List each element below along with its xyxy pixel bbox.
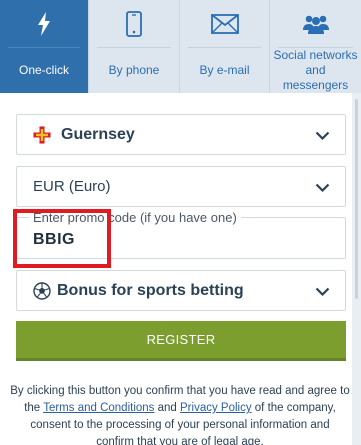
registration-tabs: One-click By phone By e-mail Social netw… (0, 0, 361, 93)
flag-icon (33, 125, 51, 144)
users-icon (270, 0, 361, 47)
tab-social-networks[interactable]: Social networks and messengers (270, 0, 361, 93)
legal-disclaimer: By clicking this button you confirm that… (10, 383, 350, 445)
tab-label: By e-mail (199, 62, 250, 77)
chevron-down-icon (315, 284, 330, 302)
currency-value: EUR (Euro) (33, 178, 111, 195)
envelope-icon (180, 0, 269, 47)
lightning-icon (0, 0, 88, 47)
chevron-down-icon (315, 128, 330, 146)
register-button[interactable]: REGISTER (16, 321, 346, 361)
country-value: Guernsey (61, 125, 135, 143)
tab-by-phone[interactable]: By phone (89, 0, 180, 93)
scrollbar[interactable] (352, 93, 361, 445)
chevron-down-icon (315, 180, 330, 198)
tab-label: Social networks and messengers (273, 47, 358, 92)
promo-highlight-box (13, 209, 111, 268)
tab-one-click[interactable]: One-click (0, 0, 89, 93)
phone-icon (89, 0, 179, 47)
bonus-value: Bonus for sports betting (57, 281, 244, 299)
tab-by-email[interactable]: By e-mail (180, 0, 270, 93)
disclaimer-text: and (154, 402, 181, 414)
tab-label: By phone (108, 62, 160, 77)
tab-label: One-click (18, 62, 69, 77)
currency-select[interactable]: EUR (Euro) (16, 166, 346, 207)
terms-link[interactable]: Terms and Conditions (43, 402, 154, 414)
privacy-policy-link[interactable]: Privacy Policy (180, 402, 252, 414)
bonus-select[interactable]: Bonus for sports betting (16, 270, 346, 311)
scrollbar-thumb[interactable] (355, 99, 358, 299)
soccer-ball-icon (33, 281, 51, 300)
country-select[interactable]: Guernsey (16, 114, 346, 155)
